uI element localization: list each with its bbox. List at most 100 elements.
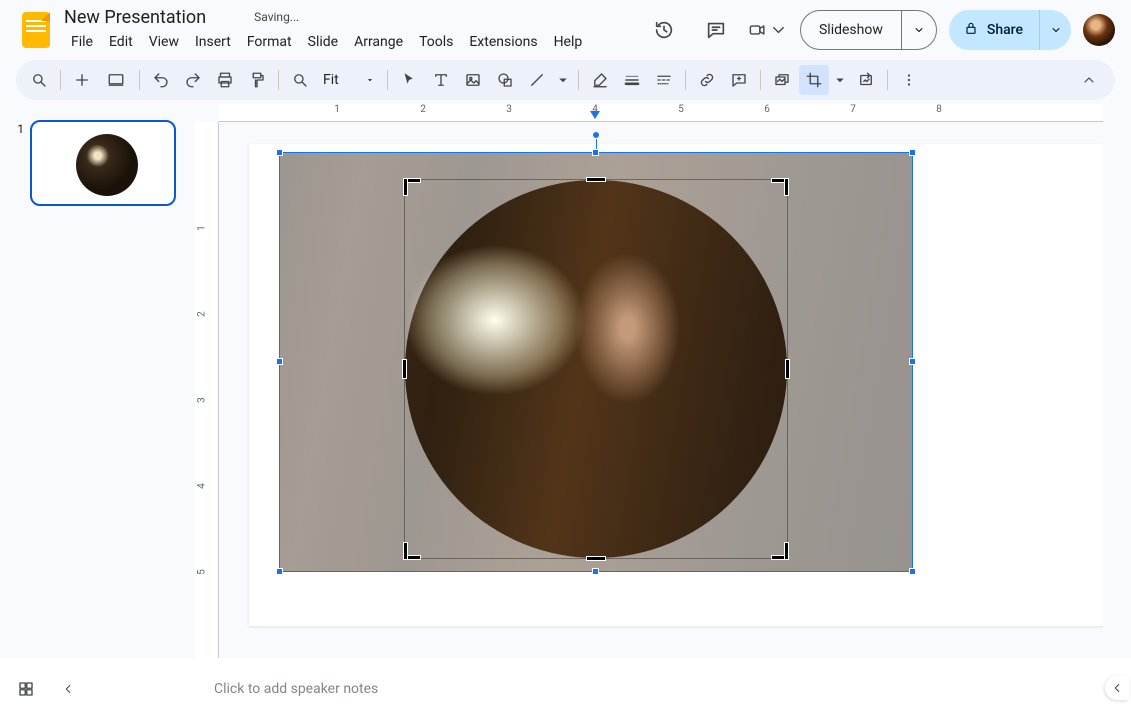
- ruler-tick: 5: [196, 569, 207, 575]
- mask-dropdown[interactable]: [831, 65, 849, 95]
- chevron-down-icon: [365, 75, 375, 85]
- border-weight-button[interactable]: [617, 65, 647, 95]
- crop-frame[interactable]: [405, 180, 787, 558]
- separator: [278, 70, 279, 90]
- filmstrip-collapse[interactable]: [52, 682, 84, 696]
- zoom-value: Fit: [323, 72, 339, 88]
- resize-handle-tl[interactable]: [276, 149, 283, 156]
- account-avatar[interactable]: [1083, 14, 1115, 46]
- zoom-select[interactable]: Fit: [317, 67, 381, 93]
- main-area: 1 1 2 3 4 5 6 7 8 1 2 3 4 5: [0, 104, 1131, 658]
- more-tools[interactable]: [894, 65, 924, 95]
- undo-button[interactable]: [146, 65, 176, 95]
- ruler-vertical[interactable]: 1 2 3 4 5: [195, 122, 219, 658]
- crop-handle-bl[interactable]: [404, 543, 420, 559]
- history-button[interactable]: [644, 10, 684, 50]
- separator: [139, 70, 140, 90]
- border-dash-button[interactable]: [649, 65, 679, 95]
- header-right: Slideshow Share: [644, 10, 1115, 50]
- slideshow-button[interactable]: Slideshow: [801, 11, 902, 49]
- crop-handle-t[interactable]: [587, 178, 605, 181]
- share-label: Share: [987, 22, 1023, 38]
- rotation-handle[interactable]: [592, 131, 600, 139]
- separator: [685, 70, 686, 90]
- slide-viewport[interactable]: [219, 122, 1103, 658]
- ruler-tick: 5: [661, 104, 701, 115]
- menu-insert[interactable]: Insert: [188, 30, 238, 54]
- search-menus-button[interactable]: [24, 65, 54, 95]
- resize-handle-br[interactable]: [909, 568, 916, 575]
- select-tool[interactable]: [394, 65, 424, 95]
- resize-handle-l[interactable]: [276, 358, 283, 365]
- speaker-notes-input[interactable]: Click to add speaker notes: [84, 681, 1131, 697]
- crop-handle-tl[interactable]: [404, 179, 420, 195]
- resize-handle-b[interactable]: [592, 568, 599, 575]
- menu-slide[interactable]: Slide: [301, 30, 345, 54]
- crop-handle-r[interactable]: [786, 360, 789, 378]
- doc-title[interactable]: New Presentation: [64, 7, 206, 28]
- resize-handle-bl[interactable]: [276, 568, 283, 575]
- print-button[interactable]: [210, 65, 240, 95]
- separator: [578, 70, 579, 90]
- ruler-horizontal[interactable]: 1 2 3 4 5 6 7 8: [219, 104, 1103, 122]
- resize-handle-tr[interactable]: [909, 149, 916, 156]
- line-dropdown[interactable]: [554, 65, 572, 95]
- title-block: New Presentation Saving... File Edit Vie…: [64, 7, 636, 54]
- replace-image-button[interactable]: [767, 65, 797, 95]
- share-dropdown[interactable]: [1039, 10, 1071, 50]
- zoom-button[interactable]: [285, 65, 315, 95]
- shape-tool[interactable]: [490, 65, 520, 95]
- menu-file[interactable]: File: [64, 30, 100, 54]
- header-bar: New Presentation Saving... File Edit Vie…: [0, 0, 1131, 60]
- ruler-tick: 2: [196, 311, 207, 317]
- menu-tools[interactable]: Tools: [412, 30, 460, 54]
- crop-button[interactable]: [799, 65, 829, 95]
- ruler-tick: 2: [403, 104, 443, 115]
- slide-thumbnail-1[interactable]: [30, 120, 176, 206]
- crop-handle-tr[interactable]: [772, 179, 788, 195]
- slide-canvas[interactable]: [249, 144, 1103, 626]
- crop-visible-region: [405, 180, 787, 558]
- app-logo[interactable]: [16, 10, 56, 50]
- paint-format-button[interactable]: [242, 65, 272, 95]
- crop-handle-br[interactable]: [772, 543, 788, 559]
- separator: [60, 70, 61, 90]
- notes-bar: Click to add speaker notes: [0, 658, 1131, 720]
- redo-button[interactable]: [178, 65, 208, 95]
- side-panel-expand[interactable]: [1105, 676, 1129, 700]
- canvas-area: 1 2 3 4 5 6 7 8 1 2 3 4 5: [195, 104, 1131, 658]
- menu-edit[interactable]: Edit: [102, 30, 140, 54]
- comments-button[interactable]: [696, 10, 736, 50]
- resize-handle-t[interactable]: [592, 149, 599, 156]
- share-button[interactable]: Share: [949, 10, 1039, 50]
- save-status: Saving...: [254, 10, 299, 24]
- menu-format[interactable]: Format: [240, 30, 299, 54]
- border-color-button[interactable]: [585, 65, 615, 95]
- image-tool[interactable]: [458, 65, 488, 95]
- mask-circle: [405, 180, 787, 558]
- new-slide-layout-button[interactable]: [99, 65, 133, 95]
- crop-handle-l[interactable]: [403, 360, 406, 378]
- comment-button[interactable]: [724, 65, 754, 95]
- textbox-tool[interactable]: [426, 65, 456, 95]
- reset-image-button[interactable]: [851, 65, 881, 95]
- ruler-tick: 7: [833, 104, 873, 115]
- slideshow-group: Slideshow: [800, 10, 937, 50]
- menu-help[interactable]: Help: [547, 30, 590, 54]
- link-button[interactable]: [692, 65, 722, 95]
- ruler-tick: 1: [317, 104, 357, 115]
- menu-arrange[interactable]: Arrange: [347, 30, 410, 54]
- collapse-toolbar[interactable]: [1071, 65, 1107, 95]
- grid-view-button[interactable]: [0, 680, 52, 698]
- new-slide-button[interactable]: [67, 65, 97, 95]
- meet-button[interactable]: [748, 10, 788, 50]
- lock-icon: [963, 20, 979, 40]
- slideshow-dropdown[interactable]: [902, 11, 936, 49]
- line-tool[interactable]: [522, 65, 552, 95]
- crop-handle-b[interactable]: [587, 557, 605, 560]
- separator: [887, 70, 888, 90]
- resize-handle-r[interactable]: [909, 358, 916, 365]
- rotation-stem: [596, 139, 597, 149]
- menu-extensions[interactable]: Extensions: [462, 30, 544, 54]
- menu-view[interactable]: View: [142, 30, 186, 54]
